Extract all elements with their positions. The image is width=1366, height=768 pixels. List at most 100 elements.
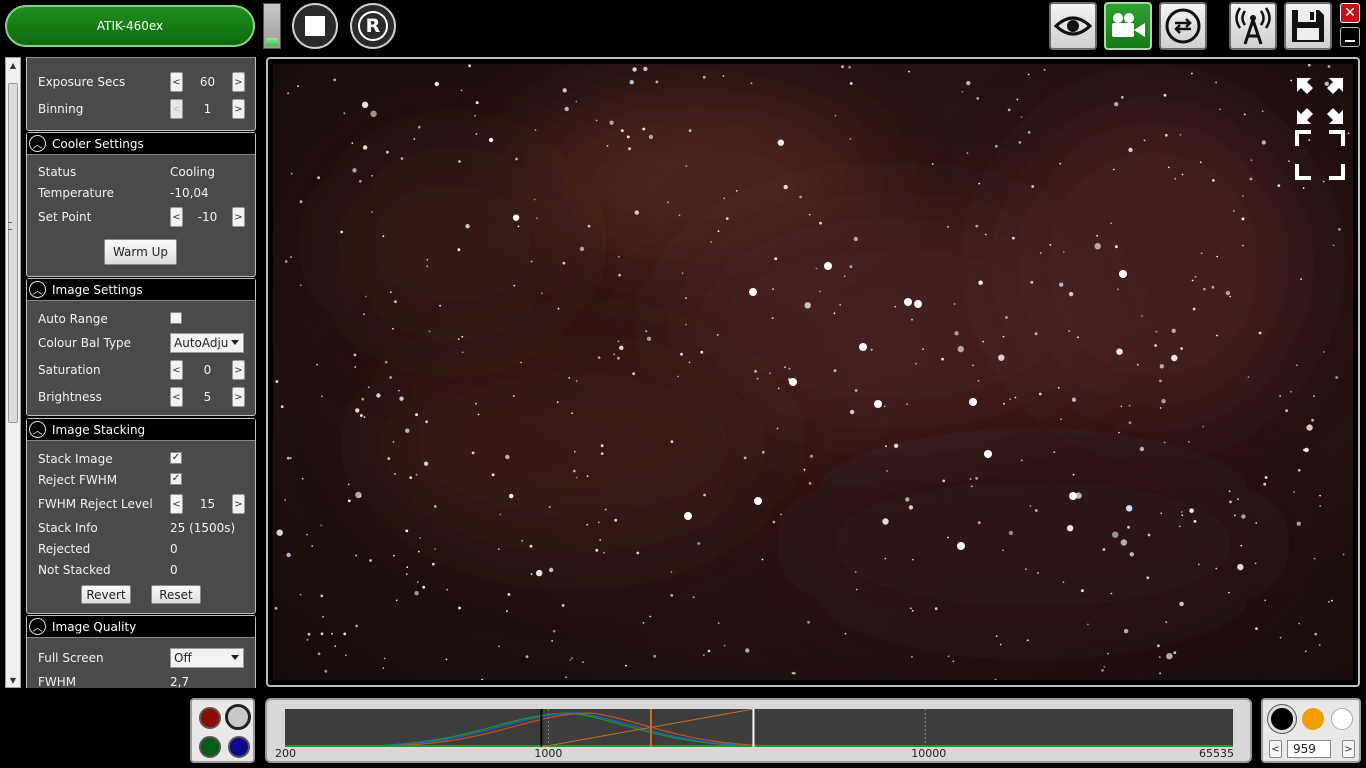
star [1094, 243, 1101, 250]
star [908, 70, 910, 73]
star [416, 581, 419, 584]
image-settings-panel: ︿ Image Settings Auto Range Colour Bal T… [26, 278, 256, 416]
scrollbar-thumb[interactable] [8, 83, 18, 423]
star [475, 101, 479, 105]
star [520, 361, 522, 364]
fwhm-reject-increase-button[interactable]: > [232, 494, 245, 514]
green-channel-button[interactable] [199, 736, 221, 758]
loop-button[interactable] [1159, 2, 1207, 50]
view-button[interactable] [1049, 2, 1097, 50]
collapse-chevron-icon[interactable]: ︿ [29, 135, 46, 152]
star [1101, 669, 1104, 672]
brightness-increase-button[interactable]: > [232, 387, 245, 407]
star [853, 236, 858, 242]
close-button[interactable]: ✕ [1340, 3, 1360, 23]
blue-channel-button[interactable] [228, 736, 250, 758]
white-level-button[interactable] [1331, 708, 1353, 730]
star [376, 393, 381, 398]
star [382, 235, 385, 238]
bright-star [984, 450, 992, 458]
collapse-chevron-icon[interactable]: ︿ [29, 618, 46, 635]
display-increase-button[interactable]: > [1342, 740, 1355, 758]
display-decrease-button[interactable]: < [1269, 740, 1282, 758]
collapse-chevron-icon[interactable]: ︿ [29, 281, 46, 298]
panel-scrollbar[interactable]: ▲ ▼ [5, 57, 21, 688]
white-channel-button[interactable] [225, 704, 251, 730]
fwhm-reject-label: FWHM Reject Level [38, 497, 153, 511]
histogram-plot[interactable] [285, 708, 1233, 748]
star [509, 493, 514, 499]
star [688, 361, 691, 364]
stack-image-checkbox[interactable]: ✓ [170, 452, 182, 464]
full-screen-dropdown[interactable]: Off [170, 648, 244, 668]
red-channel-button[interactable] [199, 707, 221, 729]
star [1241, 514, 1246, 519]
exposure-panel-header[interactable] [27, 57, 255, 58]
revert-button[interactable]: Revert [81, 585, 131, 604]
star [1263, 482, 1267, 486]
reject-fwhm-checkbox[interactable]: ✓ [170, 473, 182, 485]
star [422, 585, 426, 589]
mid-level-button[interactable] [1302, 708, 1324, 730]
star [1003, 402, 1005, 405]
collapse-chevron-icon[interactable]: ︿ [29, 421, 46, 438]
warm-up-button[interactable]: Warm Up [104, 239, 177, 265]
binning-decrease-button[interactable]: < [170, 99, 183, 119]
camera-select-button[interactable]: ATIK-460ex [5, 5, 255, 47]
auto-range-checkbox[interactable] [170, 312, 182, 324]
exposure-decrease-button[interactable]: < [170, 72, 183, 92]
star [557, 307, 560, 310]
image-settings-header[interactable]: ︿ Image Settings [27, 279, 255, 301]
record-button[interactable]: R [350, 3, 396, 49]
image-quality-header[interactable]: ︿ Image Quality [27, 616, 255, 638]
star [491, 473, 495, 477]
star [628, 147, 631, 151]
minimize-button[interactable] [1340, 27, 1360, 47]
saturation-increase-button[interactable]: > [232, 360, 245, 380]
remote-button[interactable] [1229, 2, 1277, 50]
cooler-panel-header[interactable]: ︿ Cooler Settings [27, 133, 255, 155]
star [498, 645, 500, 648]
star [446, 588, 449, 591]
star [1005, 316, 1008, 319]
star [947, 226, 949, 228]
fwhm-reject-decrease-button[interactable]: < [170, 494, 183, 514]
star [1020, 116, 1023, 118]
capture-button[interactable] [1104, 2, 1152, 50]
display-control: < 959 > [1261, 698, 1361, 763]
star [667, 201, 669, 204]
star [1166, 653, 1173, 660]
star [1189, 508, 1194, 513]
star [906, 403, 909, 406]
black-level-button[interactable] [1268, 705, 1296, 733]
stop-button[interactable] [292, 3, 338, 49]
scroll-down-icon[interactable]: ▼ [6, 673, 20, 687]
star [808, 213, 811, 216]
star [347, 483, 350, 486]
star [320, 524, 323, 527]
reset-button[interactable]: Reset [151, 585, 201, 604]
rejected-label: Rejected [38, 542, 91, 556]
astro-image[interactable] [273, 64, 1353, 680]
brightness-decrease-button[interactable]: < [170, 387, 183, 407]
image-stacking-header[interactable]: ︿ Image Stacking [27, 419, 255, 441]
zoom-in-icon[interactable] [1295, 76, 1345, 126]
display-value-input[interactable]: 959 [1287, 740, 1331, 758]
setpoint-decrease-button[interactable]: < [170, 207, 183, 227]
scroll-up-icon[interactable]: ▲ [6, 58, 20, 72]
star [1103, 665, 1106, 668]
colour-bal-dropdown[interactable]: AutoAdju [170, 333, 244, 353]
star [947, 536, 949, 539]
setpoint-increase-button[interactable]: > [232, 207, 245, 227]
image-viewport[interactable] [266, 57, 1360, 687]
saturation-decrease-button[interactable]: < [170, 360, 183, 380]
binning-increase-button[interactable]: > [232, 99, 245, 119]
star [1247, 376, 1250, 378]
star [1049, 244, 1052, 246]
exposure-increase-button[interactable]: > [232, 72, 245, 92]
temperature-value: -10,04 [170, 186, 209, 200]
star [393, 554, 395, 557]
star [1059, 282, 1064, 287]
fit-screen-icon[interactable] [1295, 130, 1345, 180]
save-button[interactable] [1284, 2, 1332, 50]
